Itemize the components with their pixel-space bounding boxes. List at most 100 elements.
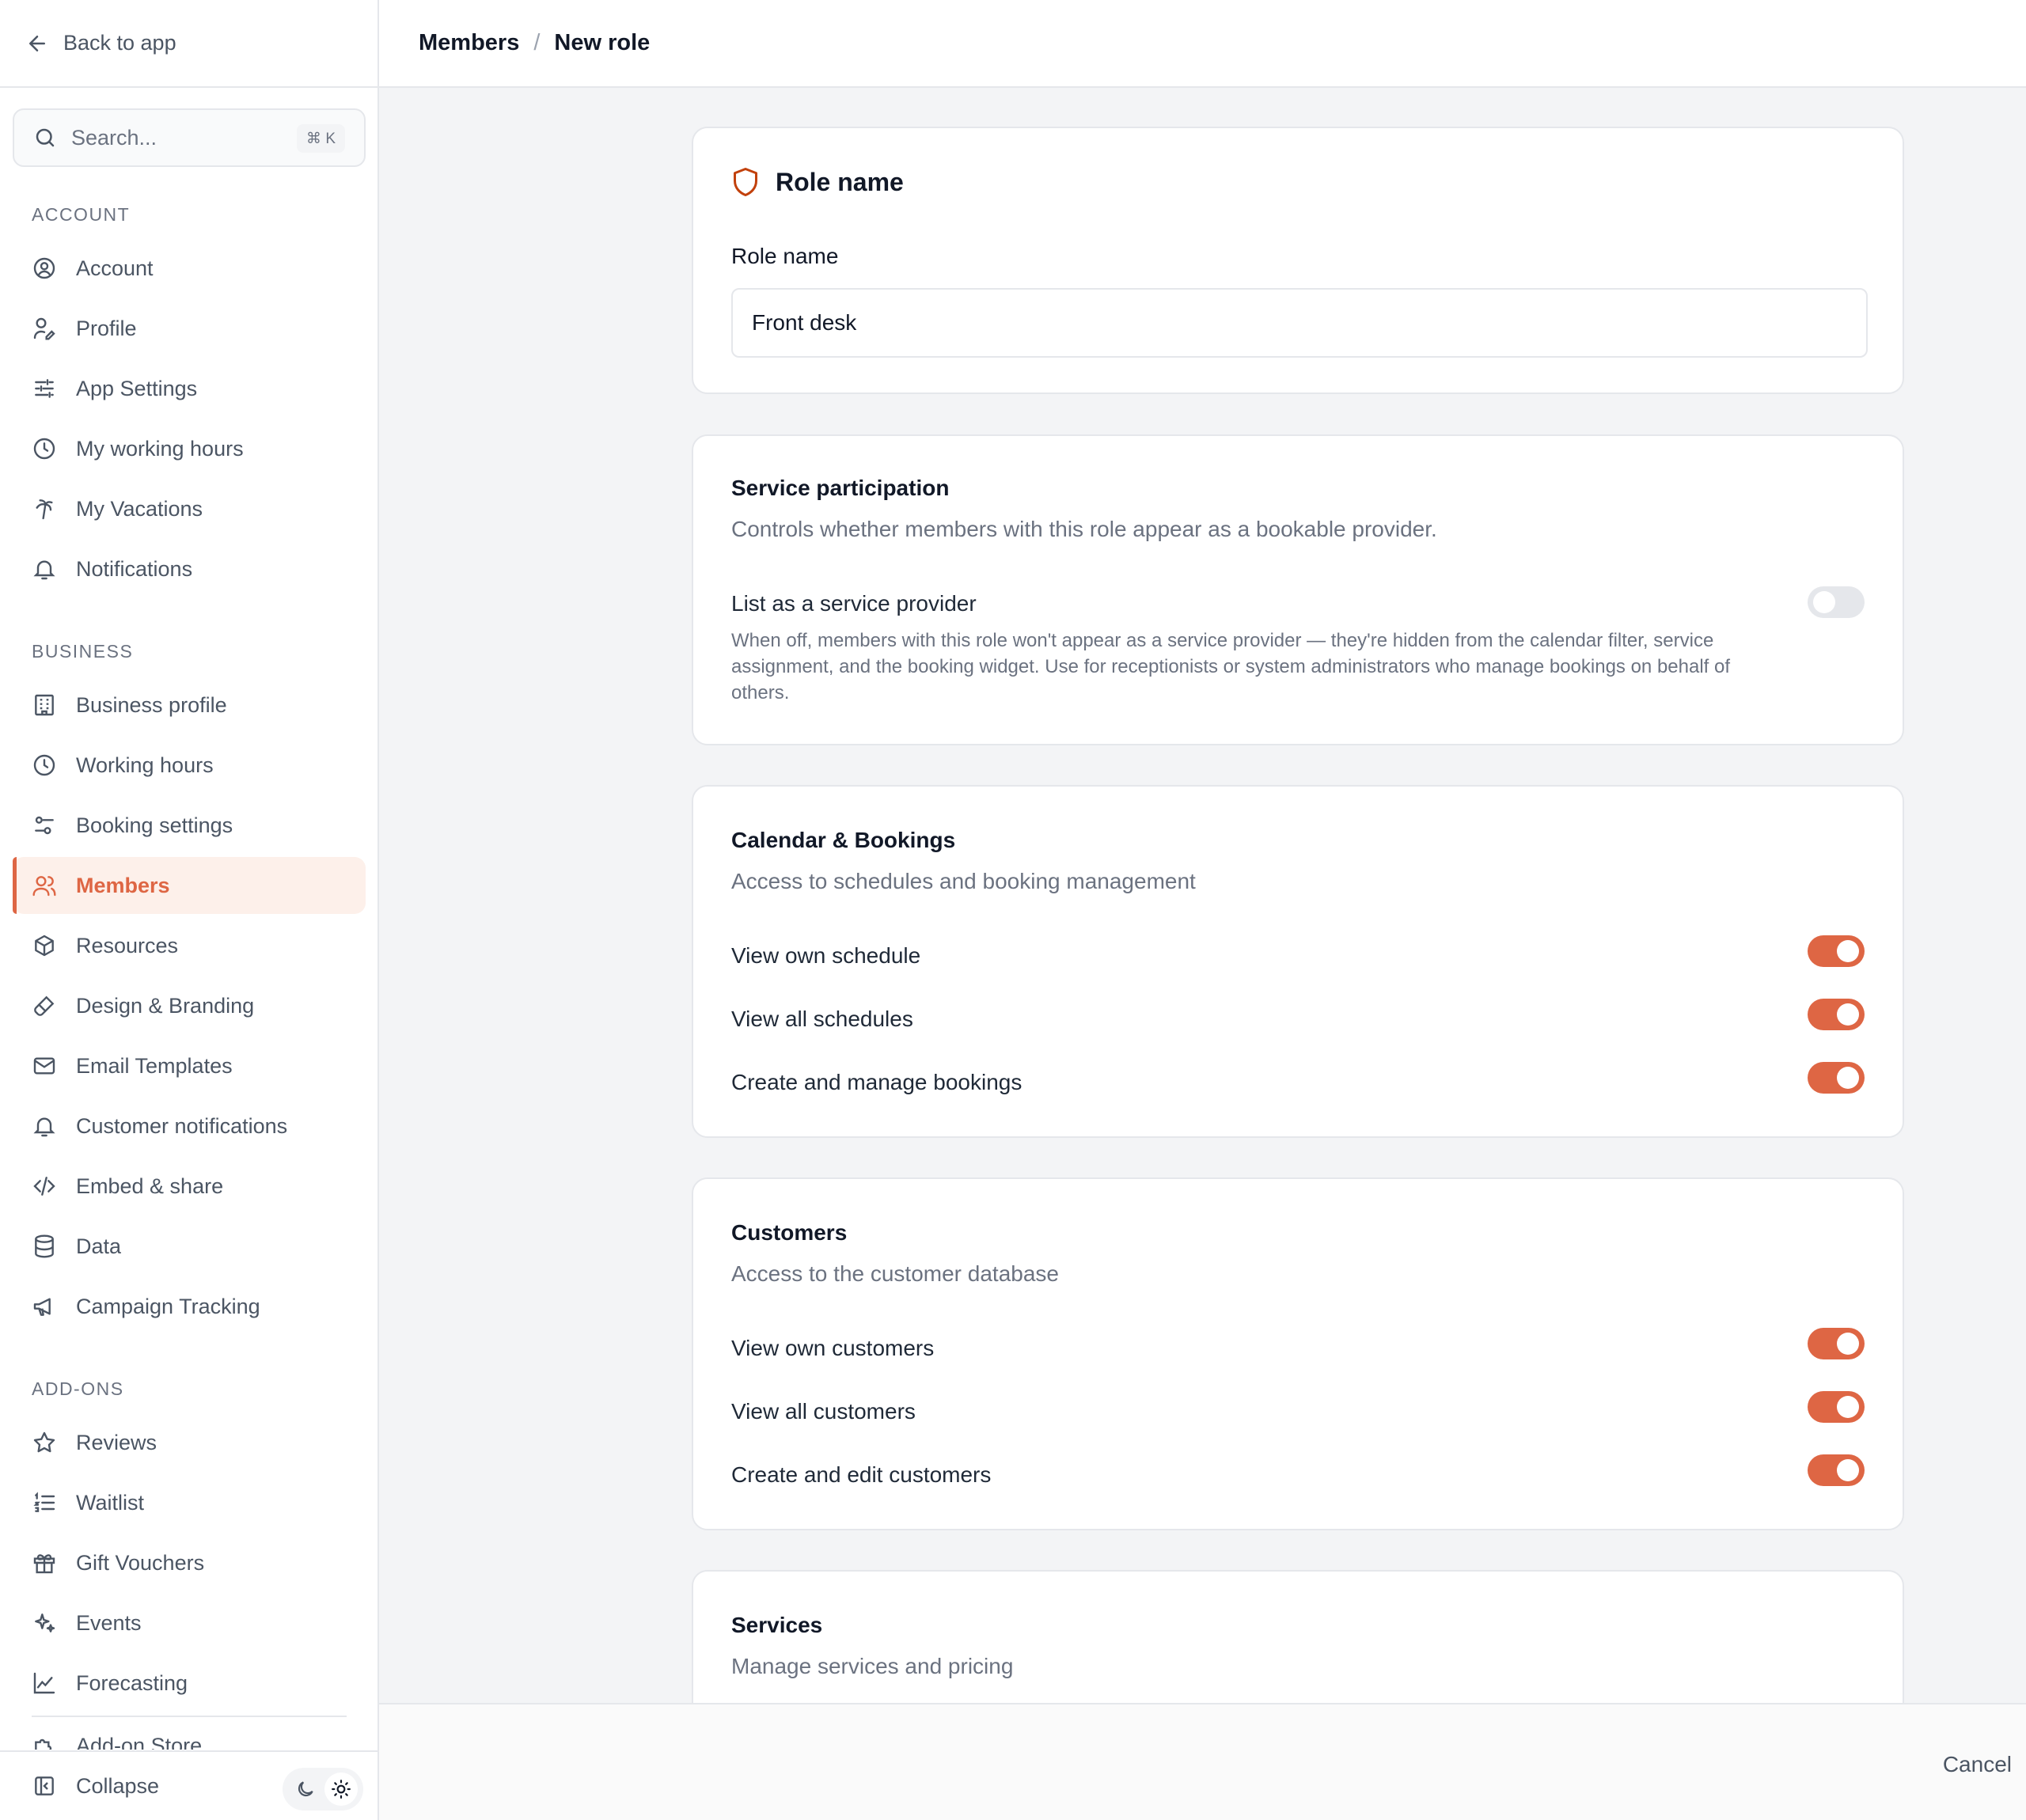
palm-tree-icon: [36, 499, 53, 520]
breadcrumb-members-link[interactable]: Members: [419, 30, 519, 56]
star-icon: [33, 1431, 55, 1453]
sidebar-item-my-vacations[interactable]: My Vacations: [13, 480, 366, 537]
sidebar-item-label: Notifications: [76, 556, 193, 581]
customers-card: Customers Access to the customer databas…: [692, 1177, 1904, 1530]
code-icon: [33, 1177, 55, 1196]
sidebar-item-booking-settings[interactable]: Booking settings: [13, 797, 366, 854]
create-manage-bookings-toggle[interactable]: [1808, 1062, 1865, 1094]
collapse-button[interactable]: Collapse: [76, 1774, 159, 1799]
sidebar-footer: Collapse: [0, 1750, 378, 1820]
role-name-card: Role name Role name: [692, 127, 1904, 394]
list-ordered-icon: [33, 1492, 55, 1512]
sidebar-item-email-templates[interactable]: Email Templates: [13, 1037, 366, 1094]
view-all-schedules-toggle[interactable]: [1808, 999, 1865, 1030]
line-chart-icon: [33, 1672, 55, 1694]
paintbrush-icon: [34, 995, 55, 1016]
search-input[interactable]: Search... ⌘ K: [13, 108, 366, 167]
sidebar-item-label: Waitlist: [76, 1490, 144, 1515]
sliders-icon: [35, 379, 54, 398]
sidebar-item-label: Design & Branding: [76, 993, 255, 1018]
sidebar-item-notifications[interactable]: Notifications: [13, 540, 366, 597]
sidebar-item-label: Forecasting: [76, 1670, 188, 1695]
clock-icon: [33, 438, 55, 460]
create-edit-customers-toggle[interactable]: [1808, 1454, 1865, 1486]
sidebar-item-label: Working hours: [76, 753, 214, 777]
customers-title: Customers: [731, 1220, 848, 1245]
sidebar-item-forecasting[interactable]: Forecasting: [13, 1655, 366, 1712]
shield-icon: [734, 168, 757, 196]
bell-icon: [33, 1117, 55, 1137]
sidebar-item-design-branding[interactable]: Design & Branding: [13, 977, 366, 1034]
permission-label: View all schedules: [731, 1007, 913, 1031]
panel-left-icon: [35, 1776, 54, 1795]
sidebar-item-data[interactable]: Data: [13, 1218, 366, 1275]
dark-mode-button[interactable]: [289, 1773, 322, 1806]
user-circle-icon: [33, 257, 55, 279]
sidebar-divider: [32, 1716, 347, 1717]
services-description: Manage services and pricing: [731, 1654, 1014, 1678]
sidebar-item-working-hours[interactable]: Working hours: [13, 737, 366, 794]
section-label-business: BUSINESS: [32, 641, 134, 662]
customers-description: Access to the customer database: [731, 1261, 1059, 1286]
box-icon: [35, 935, 54, 957]
sidebar-item-label: Resources: [76, 933, 179, 957]
sidebar-item-label: Reviews: [76, 1430, 157, 1454]
permission-label: View all customers: [731, 1399, 916, 1424]
sidebar-item-app-settings[interactable]: App Settings: [13, 360, 366, 417]
service-provider-toggle[interactable]: [1808, 586, 1865, 618]
service-participation-card: Service participation Controls whether m…: [692, 434, 1904, 745]
settings-sliders-icon: [35, 816, 54, 835]
sidebar-item-label: Email Templates: [76, 1053, 233, 1078]
services-title: Services: [731, 1613, 823, 1637]
back-to-app-label: Back to app: [63, 31, 176, 55]
settings-sidebar: Back to app Search... ⌘ K ACCOUNT Accoun…: [0, 0, 379, 1820]
search-placeholder: Search...: [71, 125, 157, 150]
role-name-input[interactable]: [731, 288, 1868, 358]
calendar-bookings-title: Calendar & Bookings: [731, 828, 956, 852]
sidebar-item-reviews[interactable]: Reviews: [13, 1414, 366, 1471]
sidebar-item-business-profile[interactable]: Business profile: [13, 677, 366, 734]
sidebar-item-gift-vouchers[interactable]: Gift Vouchers: [13, 1534, 366, 1591]
sidebar-item-addon-store[interactable]: Add-on Store: [13, 1718, 366, 1750]
sidebar-item-label: Profile: [76, 316, 137, 340]
bell-icon: [33, 560, 55, 580]
sidebar-item-label: Account: [76, 256, 154, 280]
role-card-header: Role name: [776, 168, 904, 196]
mail-icon: [33, 1057, 55, 1075]
users-icon: [32, 876, 56, 897]
user-pen-icon: [33, 317, 55, 340]
theme-toggle[interactable]: [283, 1768, 363, 1811]
sidebar-item-customer-notifications[interactable]: Customer notifications: [13, 1098, 366, 1155]
sidebar-item-label: Add-on Store: [76, 1734, 203, 1750]
back-to-app-link[interactable]: Back to app: [0, 0, 378, 88]
view-own-schedule-toggle[interactable]: [1808, 935, 1865, 967]
cancel-button[interactable]: Cancel: [1943, 1752, 2012, 1777]
sidebar-item-label: My Vacations: [76, 496, 203, 521]
sidebar-item-resources[interactable]: Resources: [13, 917, 366, 974]
calendar-bookings-card: Calendar & Bookings Access to schedules …: [692, 785, 1904, 1138]
sidebar-item-label: Gift Vouchers: [76, 1550, 205, 1575]
light-mode-button[interactable]: [324, 1773, 358, 1806]
service-provider-label: List as a service provider: [731, 591, 977, 616]
permission-label: View own schedule: [731, 943, 921, 968]
search-shortcut-badge: ⌘ K: [297, 124, 345, 153]
calendar-bookings-description: Access to schedules and booking manageme…: [731, 869, 1196, 893]
sidebar-item-events[interactable]: Events: [13, 1594, 366, 1651]
sidebar-item-label: Members: [76, 873, 170, 897]
sidebar-item-campaign-tracking[interactable]: Campaign Tracking: [13, 1278, 366, 1335]
breadcrumb-separator: /: [533, 30, 541, 55]
view-all-customers-toggle[interactable]: [1808, 1391, 1865, 1423]
breadcrumb-current: New role: [554, 30, 651, 55]
view-own-customers-toggle[interactable]: [1808, 1328, 1865, 1359]
sidebar-item-account[interactable]: Account: [13, 240, 366, 297]
sidebar-item-embed-share[interactable]: Embed & share: [13, 1158, 366, 1215]
sidebar-item-my-working-hours[interactable]: My working hours: [13, 420, 366, 477]
sidebar-item-waitlist[interactable]: Waitlist: [13, 1474, 366, 1531]
sidebar-item-profile[interactable]: Profile: [13, 300, 366, 357]
sidebar-item-members[interactable]: Members: [13, 857, 366, 914]
sidebar-item-label: My working hours: [76, 436, 244, 461]
sun-icon: [331, 1780, 351, 1799]
sidebar-item-label: App Settings: [76, 376, 198, 400]
search-icon: [36, 128, 55, 147]
permission-label: View own customers: [731, 1336, 935, 1360]
